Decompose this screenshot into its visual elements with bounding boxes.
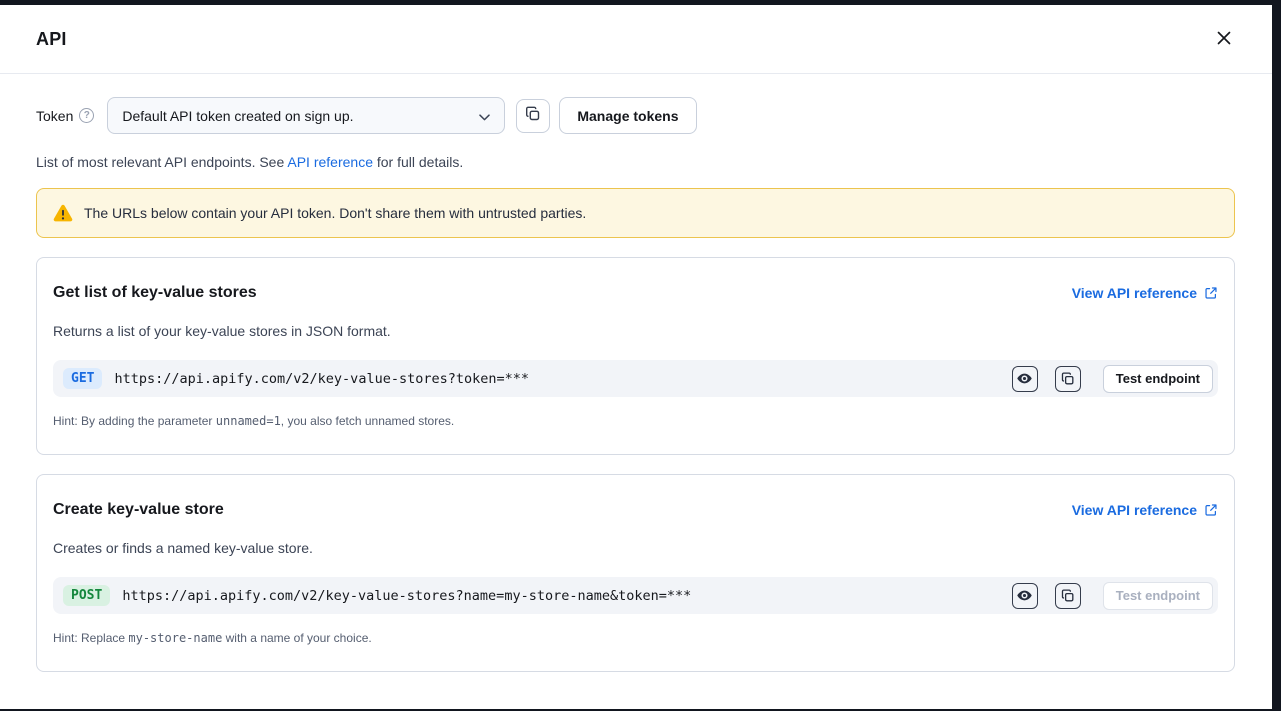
method-badge: POST: [63, 585, 110, 606]
warning-triangle-icon: [53, 204, 73, 222]
reveal-token-button[interactable]: [1012, 583, 1038, 609]
page-backdrop: API Token ? Default API token created on…: [0, 0, 1281, 711]
external-link-icon: [1204, 503, 1218, 517]
warning-text: The URLs below contain your API token. D…: [84, 205, 586, 221]
copy-icon: [525, 106, 541, 125]
token-select-value: Default API token created on sign up.: [122, 108, 353, 124]
chevron-down-icon: [479, 108, 490, 124]
endpoint-card-create-store: Create key-value store View API referenc…: [36, 474, 1235, 672]
eye-icon: [1016, 370, 1033, 387]
card-description: Creates or finds a named key-value store…: [53, 540, 1218, 556]
ref-link-label: View API reference: [1072, 502, 1197, 518]
hint-before: Hint: By adding the parameter: [53, 414, 216, 428]
intro-text: List of most relevant API endpoints. See…: [36, 154, 1235, 170]
copy-url-button[interactable]: [1055, 366, 1081, 392]
modal-title: API: [36, 29, 67, 50]
copy-icon: [1061, 372, 1075, 386]
external-link-icon: [1204, 286, 1218, 300]
endpoint-url-bar: POST https://api.apify.com/v2/key-value-…: [53, 577, 1218, 614]
endpoint-hint: Hint: By adding the parameter unnamed=1,…: [53, 414, 1218, 428]
token-row: Token ? Default API token created on sig…: [36, 97, 1235, 134]
hint-after: with a name of your choice.: [222, 631, 371, 645]
card-title: Get list of key-value stores: [53, 284, 257, 302]
close-icon: [1216, 30, 1232, 49]
copy-url-button[interactable]: [1055, 583, 1081, 609]
intro-after: for full details.: [373, 154, 463, 170]
token-select-dropdown[interactable]: Default API token created on sign up.: [107, 97, 505, 134]
api-modal: API Token ? Default API token created on…: [0, 5, 1272, 709]
token-label-text: Token: [36, 108, 73, 124]
card-head: Get list of key-value stores View API re…: [53, 284, 1218, 302]
modal-body: Token ? Default API token created on sig…: [0, 74, 1272, 672]
manage-tokens-button[interactable]: Manage tokens: [559, 97, 696, 134]
view-api-reference-link[interactable]: View API reference: [1072, 285, 1218, 301]
card-title: Create key-value store: [53, 501, 224, 519]
card-head: Create key-value store View API referenc…: [53, 501, 1218, 519]
copy-icon: [1061, 589, 1075, 603]
hint-code: unnamed=1: [216, 414, 281, 428]
endpoint-url: https://api.apify.com/v2/key-value-store…: [122, 588, 999, 604]
modal-header: API: [0, 5, 1272, 74]
method-badge: GET: [63, 368, 102, 389]
endpoint-url: https://api.apify.com/v2/key-value-store…: [114, 371, 999, 387]
test-endpoint-button[interactable]: Test endpoint: [1103, 365, 1213, 393]
warning-banner: The URLs below contain your API token. D…: [36, 188, 1235, 238]
reveal-token-button[interactable]: [1012, 366, 1038, 392]
card-description: Returns a list of your key-value stores …: [53, 323, 1218, 339]
help-icon[interactable]: ?: [79, 108, 94, 123]
endpoint-hint: Hint: Replace my-store-name with a name …: [53, 631, 1218, 645]
hint-after: , you also fetch unnamed stores.: [281, 414, 454, 428]
ref-link-label: View API reference: [1072, 285, 1197, 301]
endpoint-card-get-list: Get list of key-value stores View API re…: [36, 257, 1235, 455]
copy-token-button[interactable]: [516, 99, 550, 133]
view-api-reference-link[interactable]: View API reference: [1072, 502, 1218, 518]
api-reference-link[interactable]: API reference: [287, 154, 373, 170]
intro-before: List of most relevant API endpoints. See: [36, 154, 287, 170]
hint-code: my-store-name: [128, 631, 222, 645]
test-endpoint-button[interactable]: Test endpoint: [1103, 582, 1213, 610]
endpoint-url-bar: GET https://api.apify.com/v2/key-value-s…: [53, 360, 1218, 397]
eye-icon: [1016, 587, 1033, 604]
token-label: Token ?: [36, 108, 94, 124]
close-button[interactable]: [1212, 26, 1236, 53]
hint-before: Hint: Replace: [53, 631, 128, 645]
